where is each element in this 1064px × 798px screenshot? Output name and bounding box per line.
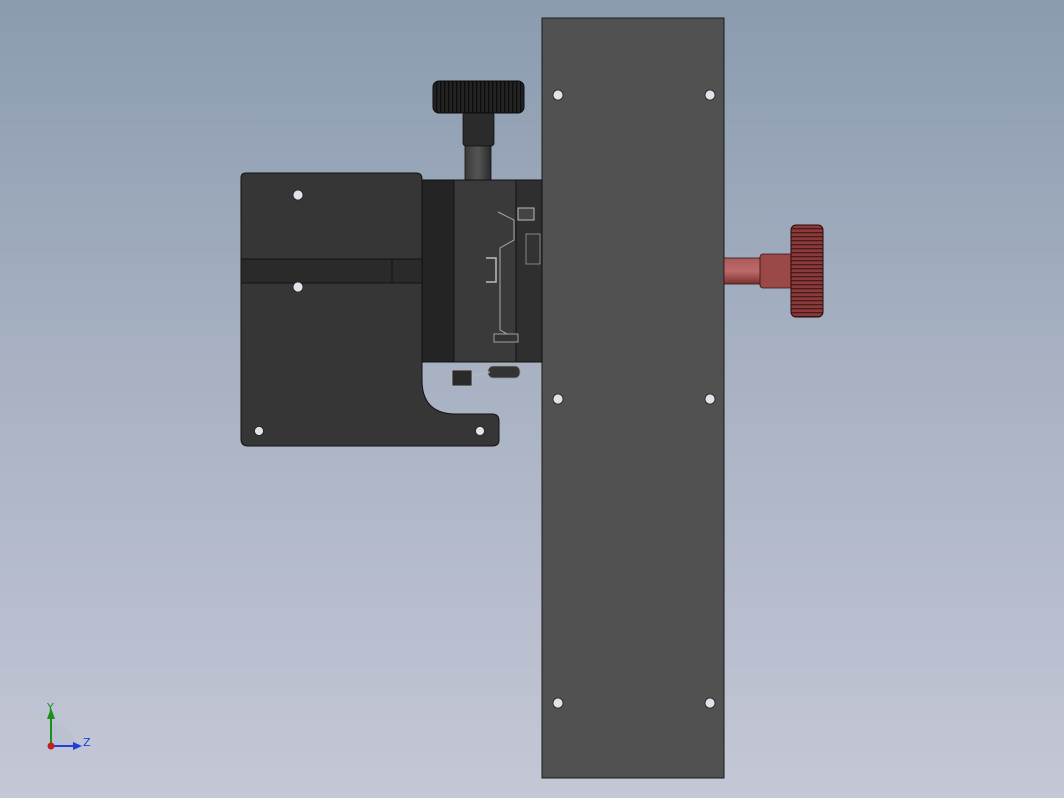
plate-hole xyxy=(552,697,564,709)
bracket-hole xyxy=(292,281,304,293)
z-axis-label: Z xyxy=(83,736,91,749)
bracket-hole xyxy=(254,426,264,436)
plate-hole xyxy=(704,393,716,405)
plate-hole xyxy=(704,697,716,709)
stage-block xyxy=(421,179,543,387)
bracket-hole xyxy=(475,426,485,436)
x-axis-dot xyxy=(47,742,55,750)
plate-hole xyxy=(552,89,564,101)
plate-hole xyxy=(704,89,716,101)
plate-hole xyxy=(552,393,564,405)
mounting-plate xyxy=(541,17,725,779)
top-knob xyxy=(432,80,525,184)
orientation-triad: Y Z xyxy=(46,701,91,750)
y-axis-label: Y xyxy=(46,701,54,714)
cad-viewport[interactable]: Y Z xyxy=(0,0,1064,798)
side-knob xyxy=(723,224,824,318)
bracket-hole xyxy=(292,189,304,201)
